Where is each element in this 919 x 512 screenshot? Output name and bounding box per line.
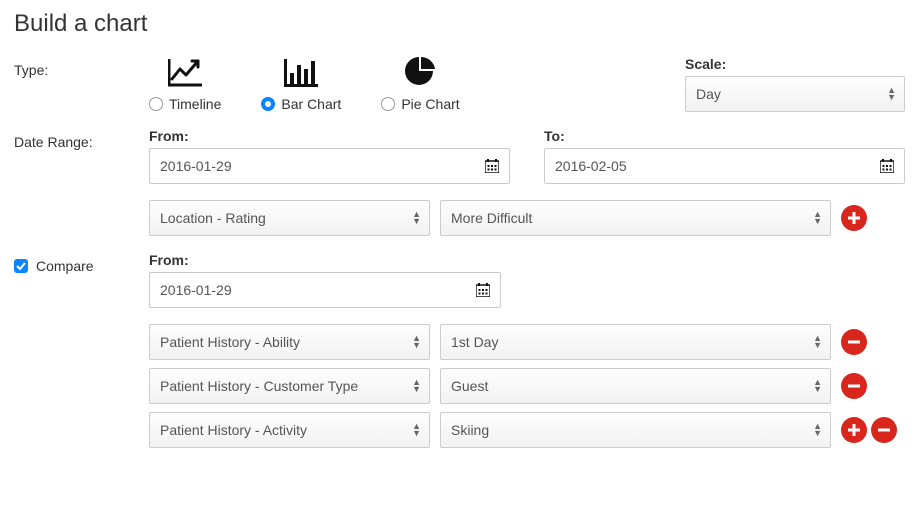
filter-value-text: Guest [451, 378, 488, 394]
type-row: Type: Timeline [14, 56, 905, 112]
filter-field-value: Patient History - Customer Type [160, 378, 358, 394]
page-title: Build a chart [14, 10, 905, 38]
to-date-value: 2016-02-05 [555, 158, 627, 174]
chart-type-timeline[interactable]: Timeline [149, 59, 221, 112]
select-arrows-icon: ▲▼ [412, 379, 421, 393]
radio-off-icon [381, 97, 395, 111]
compare-filter-value[interactable]: Guest ▲▼ [440, 368, 831, 404]
filter-value-text: Skiing [451, 422, 489, 438]
filter-value-select[interactable]: More Difficult ▲▼ [440, 200, 831, 236]
bar-chart-icon [284, 59, 318, 92]
daterange-label: Date Range: [14, 128, 149, 150]
remove-filter-button[interactable] [841, 329, 867, 355]
filter-value-text: More Difficult [451, 210, 532, 226]
remove-filter-button[interactable] [841, 373, 867, 399]
select-arrows-icon: ▲▼ [412, 211, 421, 225]
chart-type-label: Pie Chart [401, 96, 459, 112]
chart-type-label: Timeline [169, 96, 221, 112]
chart-type-bar[interactable]: Bar Chart [261, 59, 341, 112]
compare-from-input[interactable]: 2016-01-29 [149, 272, 501, 308]
scale-value: Day [696, 86, 721, 102]
compare-filter-field[interactable]: Patient History - Activity ▲▼ [149, 412, 430, 448]
from-label: From: [149, 128, 510, 144]
select-arrows-icon: ▲▼ [887, 87, 896, 101]
from-date-value: 2016-01-29 [160, 158, 232, 174]
remove-filter-button[interactable] [871, 417, 897, 443]
calendar-icon [485, 159, 499, 173]
select-arrows-icon: ▲▼ [412, 335, 421, 349]
filter-field-select[interactable]: Location - Rating ▲▼ [149, 200, 430, 236]
type-label: Type: [14, 56, 149, 78]
daterange-row: Date Range: From: 2016-01-29 To: 2016-02… [14, 128, 905, 236]
add-filter-button[interactable] [841, 205, 867, 231]
from-date-input[interactable]: 2016-01-29 [149, 148, 510, 184]
scale-select[interactable]: Day ▲▼ [685, 76, 905, 112]
filter-field-value: Location - Rating [160, 210, 266, 226]
scale-label: Scale: [685, 56, 905, 72]
chart-type-pie[interactable]: Pie Chart [381, 57, 459, 112]
compare-from-label: From: [149, 252, 905, 268]
compare-filter-value[interactable]: 1st Day ▲▼ [440, 324, 831, 360]
select-arrows-icon: ▲▼ [813, 335, 822, 349]
compare-label: Compare [36, 258, 94, 274]
filter-field-value: Patient History - Activity [160, 422, 307, 438]
chart-type-label: Bar Chart [281, 96, 341, 112]
radio-off-icon [149, 97, 163, 111]
calendar-icon [476, 283, 490, 297]
select-arrows-icon: ▲▼ [813, 379, 822, 393]
compare-filter-field[interactable]: Patient History - Customer Type ▲▼ [149, 368, 430, 404]
radio-on-icon [261, 97, 275, 111]
filter-value-text: 1st Day [451, 334, 498, 350]
line-chart-icon [168, 59, 202, 92]
chart-type-picker: Timeline Bar Chart [149, 56, 460, 112]
compare-row: Compare From: 2016-01-29 Patient History… [14, 252, 905, 448]
compare-from-value: 2016-01-29 [160, 282, 232, 298]
compare-filter-value[interactable]: Skiing ▲▼ [440, 412, 831, 448]
filter-field-value: Patient History - Ability [160, 334, 300, 350]
to-label: To: [544, 128, 905, 144]
select-arrows-icon: ▲▼ [412, 423, 421, 437]
compare-filter-field[interactable]: Patient History - Ability ▲▼ [149, 324, 430, 360]
select-arrows-icon: ▲▼ [813, 423, 822, 437]
pie-chart-icon [405, 57, 435, 92]
calendar-icon [880, 159, 894, 173]
to-date-input[interactable]: 2016-02-05 [544, 148, 905, 184]
add-filter-button[interactable] [841, 417, 867, 443]
select-arrows-icon: ▲▼ [813, 211, 822, 225]
compare-checkbox[interactable] [14, 259, 28, 273]
